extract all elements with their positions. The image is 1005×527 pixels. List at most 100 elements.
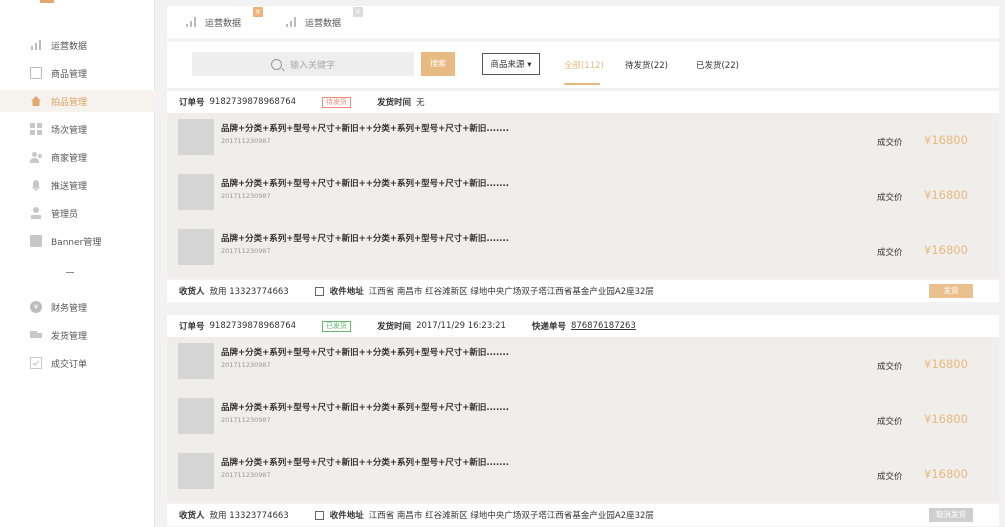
- product-thumbnail: [178, 453, 214, 489]
- sidebar-item-shipping[interactable]: 发货管理: [0, 324, 155, 346]
- merchants-icon: [30, 151, 42, 163]
- close-icon[interactable]: ×: [353, 7, 363, 17]
- sidebar-accent-mark: [40, 0, 54, 3]
- product-sku: 201711230987: [221, 192, 271, 200]
- ship-time-label: 发货时间: [377, 322, 412, 332]
- tab-label: 运营数据: [205, 18, 242, 29]
- product-thumbnail: [178, 343, 214, 379]
- product-source-select[interactable]: 商品来源 ▾: [482, 53, 540, 75]
- banner-icon: [30, 235, 42, 247]
- sidebar-item-label: 商家管理: [51, 153, 88, 164]
- bar-chart-icon: [285, 17, 297, 27]
- sidebar-item-banners[interactable]: Banner管理: [0, 230, 155, 252]
- order-header: 订单号 9182739878968764 已发货 发货时间 2017/11/29…: [167, 315, 999, 337]
- address-label: 收件地址: [329, 287, 364, 297]
- receiver-info: 敖用 13323774663: [209, 511, 289, 521]
- close-icon[interactable]: ×: [253, 7, 263, 17]
- order-item-row[interactable]: 品牌+分类+系列+型号+尺寸+新旧++分类+系列+型号+尺寸+新旧.......…: [167, 113, 999, 168]
- product-sku: 201711230987: [221, 471, 271, 479]
- edit-icon[interactable]: [314, 510, 324, 520]
- address-text: 江西省 南昌市 红谷滩新区 绿地中央广场双子塔江西省基金产业园A2座32层: [368, 287, 654, 297]
- search-icon: [270, 58, 282, 70]
- sidebar-divider: [66, 272, 74, 273]
- order-header: 订单号 9182739878968764 待发货 发货时间 无: [167, 91, 999, 113]
- product-title: 品牌+分类+系列+型号+尺寸+新旧++分类+系列+型号+尺寸+新旧.......: [221, 458, 509, 468]
- checkbox-icon: [30, 357, 42, 369]
- filter-tab-all[interactable]: 全部(112): [564, 59, 604, 71]
- order-no-label: 订单号: [179, 322, 205, 332]
- tab-label: 运营数据: [305, 18, 342, 29]
- deal-price-label: 成交价: [877, 138, 903, 148]
- sidebar-item-label: 场次管理: [51, 125, 88, 136]
- active-tab-indicator: [564, 83, 600, 85]
- cancel-shipment-button[interactable]: 取消发货: [929, 508, 973, 522]
- sidebar-item-merchants[interactable]: 商家管理: [0, 146, 155, 168]
- product-title: 品牌+分类+系列+型号+尺寸+新旧++分类+系列+型号+尺寸+新旧.......: [221, 179, 509, 189]
- home-icon: [30, 95, 42, 107]
- order-footer: 收货人 敖用 13323774663 收件地址 江西省 南昌市 红谷滩新区 绿地…: [167, 504, 999, 526]
- sidebar-item-push[interactable]: 推送管理: [0, 174, 155, 196]
- ship-time: 2017/11/29 16:23:21: [416, 321, 506, 331]
- filter-tab-shipped[interactable]: 已发货(22): [696, 59, 739, 71]
- receiver-info: 敖用 13323774663: [209, 287, 289, 297]
- order-item-row[interactable]: 品牌+分类+系列+型号+尺寸+新旧++分类+系列+型号+尺寸+新旧.......…: [167, 447, 999, 502]
- status-badge: 待发货: [322, 96, 352, 108]
- order-no-label: 订单号: [179, 98, 205, 108]
- order-footer: 收货人 敖用 13323774663 收件地址 江西省 南昌市 红谷滩新区 绿地…: [167, 280, 999, 302]
- sidebar-item-deals[interactable]: 成交订单: [0, 352, 155, 374]
- edit-icon[interactable]: [314, 286, 324, 296]
- sidebar-item-label: 财务管理: [51, 303, 88, 314]
- deal-price: ¥16800: [924, 467, 968, 481]
- sidebar-item-products[interactable]: 商品管理: [0, 62, 155, 84]
- sidebar-item-label: 商品管理: [51, 69, 88, 80]
- search-placeholder: 输入关键字: [289, 60, 335, 71]
- search-input[interactable]: 输入关键字: [192, 52, 414, 76]
- sidebar-item-admins[interactable]: 管理员: [0, 202, 155, 224]
- receiver-label: 收货人: [179, 511, 205, 521]
- order-item-row[interactable]: 品牌+分类+系列+型号+尺寸+新旧++分类+系列+型号+尺寸+新旧.......…: [167, 392, 999, 447]
- order-item-row[interactable]: 品牌+分类+系列+型号+尺寸+新旧++分类+系列+型号+尺寸+新旧.......…: [167, 168, 999, 223]
- sidebar-item-sessions[interactable]: 场次管理: [0, 118, 155, 140]
- tab-operations-data-1[interactable]: 运营数据 ×: [167, 6, 263, 38]
- search-button[interactable]: 搜索: [421, 52, 455, 76]
- deal-price: ¥16800: [924, 357, 968, 371]
- ship-button[interactable]: 发货: [929, 284, 973, 298]
- sidebar-item-lots[interactable]: 拍品管理: [0, 90, 155, 112]
- product-title: 品牌+分类+系列+型号+尺寸+新旧++分类+系列+型号+尺寸+新旧.......: [221, 403, 509, 413]
- order-item-row[interactable]: 品牌+分类+系列+型号+尺寸+新旧++分类+系列+型号+尺寸+新旧.......…: [167, 337, 999, 392]
- sidebar-item-finance[interactable]: ¥ 财务管理: [0, 296, 155, 318]
- sidebar-item-label: 推送管理: [51, 181, 88, 192]
- deal-price-label: 成交价: [877, 472, 903, 482]
- product-sku: 201711230987: [221, 137, 271, 145]
- product-sku: 201711230987: [221, 361, 271, 369]
- product-title: 品牌+分类+系列+型号+尺寸+新旧++分类+系列+型号+尺寸+新旧.......: [221, 348, 509, 358]
- truck-icon: [30, 329, 42, 341]
- tab-operations-data-2[interactable]: 运营数据 ×: [267, 6, 363, 38]
- deal-price: ¥16800: [924, 188, 968, 202]
- product-sku: 201711230987: [221, 247, 271, 255]
- order-item-row[interactable]: 品牌+分类+系列+型号+尺寸+新旧++分类+系列+型号+尺寸+新旧.......…: [167, 223, 999, 278]
- sidebar-item-label: 管理员: [51, 209, 79, 220]
- receiver-label: 收货人: [179, 287, 205, 297]
- sidebar: 运营数据 商品管理 拍品管理 场次管理 商家管理 推送管理 管理员 Banner…: [0, 0, 155, 527]
- deal-price-label: 成交价: [877, 248, 903, 258]
- filter-tab-pending[interactable]: 待发货(22): [625, 59, 668, 71]
- address-text: 江西省 南昌市 红谷滩新区 绿地中央广场双子塔江西省基金产业园A2座32层: [368, 511, 654, 521]
- bell-icon: [30, 179, 42, 191]
- sidebar-item-label: Banner管理: [51, 237, 102, 248]
- tracking-number-link[interactable]: 876876187263: [571, 321, 636, 331]
- ship-time-label: 发货时间: [377, 98, 412, 108]
- deal-price: ¥16800: [924, 412, 968, 426]
- finance-coin-icon: ¥: [30, 301, 42, 313]
- address-label: 收件地址: [329, 511, 364, 521]
- order-no: 9182739878968764: [209, 321, 297, 331]
- status-badge: 已发货: [322, 320, 352, 332]
- order-no: 9182739878968764: [209, 97, 297, 107]
- deal-price-label: 成交价: [877, 417, 903, 427]
- product-sku: 201711230987: [221, 416, 271, 424]
- sidebar-item-operations-data[interactable]: 运营数据: [0, 34, 155, 56]
- ship-time: 无: [416, 98, 425, 108]
- admin-icon: [30, 207, 42, 219]
- sidebar-item-label: 发货管理: [51, 331, 88, 342]
- deal-price-label: 成交价: [877, 193, 903, 203]
